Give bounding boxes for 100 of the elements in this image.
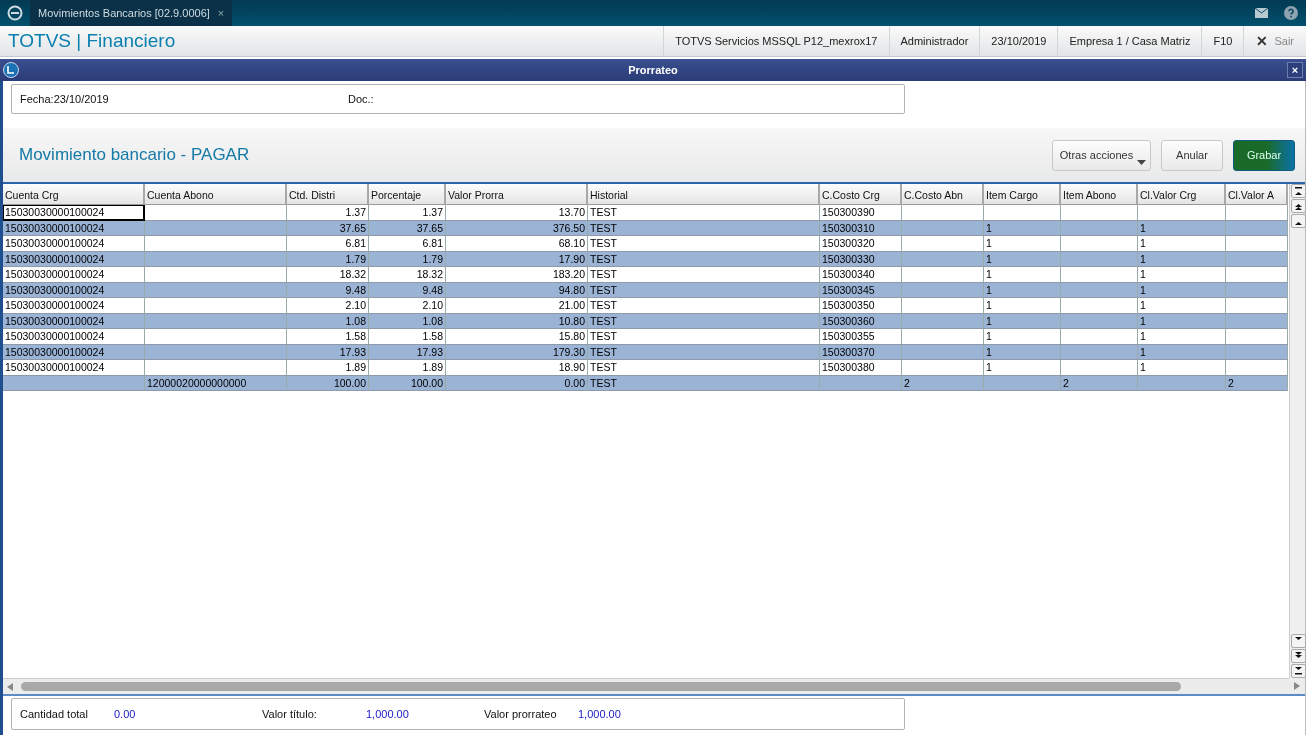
scroll-down-icon[interactable] [1291,634,1306,648]
table-cell: 1 [1138,298,1226,314]
column-header[interactable]: Valor Prorra [446,184,588,205]
table-cell: 6.81 [287,236,369,252]
table-cell: TEST [588,360,820,376]
scroll-down-icon[interactable] [1291,649,1306,663]
table-cell [1226,236,1288,252]
app-title: TOTVS | Financiero [7,30,177,52]
table-cell: 15030030000100024 [3,205,145,221]
total-value: 1,000.00 [365,708,410,720]
table-cell: 150300340 [820,267,902,283]
table-cell [1226,360,1288,376]
cancel-button[interactable]: Anular [1161,139,1223,171]
table-cell [1226,205,1288,221]
table-cell: 1 [1138,329,1226,345]
menu-button[interactable]: Otras acciones [1052,139,1151,171]
table-cell: TEST [588,267,820,283]
table-cell: 13.70 [446,205,588,221]
scroll-up-icon[interactable] [1291,214,1306,228]
window-tab[interactable]: Movimientos Bancarios [02.9.0006] × [30,0,233,26]
table-cell: 150300390 [820,205,902,221]
table-cell: 2.10 [369,298,446,314]
column-header[interactable]: Item Cargo [984,184,1061,205]
column-header[interactable]: Historial [588,184,820,205]
table-cell: 68.10 [446,236,588,252]
table-cell: 15.80 [446,329,588,345]
total-label: Valor prorrateo [483,708,558,720]
table-cell: 18.32 [369,267,446,283]
table-cell: TEST [588,236,820,252]
scroll-up-icon[interactable] [1291,184,1306,198]
table-cell: 1.89 [287,360,369,376]
table-cell: 1 [1138,360,1226,376]
table-cell: 18.32 [287,267,369,283]
table-cell: 21.00 [446,298,588,314]
header-info: TOTVS Servicios MSSQL P12_mexrox17 [663,26,889,56]
table-cell: 1 [984,236,1061,252]
section-title: Movimiento bancario - PAGAR [18,145,251,165]
total-label: Valor título: [261,708,318,720]
table-cell: 1.37 [287,205,369,221]
date-field: Fecha:23/10/2019 [12,93,348,105]
column-header[interactable]: C.Costo Crg [820,184,902,205]
save-button[interactable]: Grabar [1233,139,1295,171]
column-header[interactable]: Porcentaje [369,184,446,205]
column-header[interactable]: Cuenta Abono [145,184,287,205]
table-cell: 15030030000100024 [3,329,145,345]
column-header[interactable]: C.Costo Abn [902,184,984,205]
logo-icon[interactable] [7,5,23,21]
table-cell: 15030030000100024 [3,236,145,252]
close-icon[interactable]: × [217,7,225,19]
table-cell: 150300350 [820,298,902,314]
close-button[interactable]: × [1287,62,1303,78]
scrollbar-thumb[interactable] [21,682,1181,691]
table-cell: 183.20 [446,267,588,283]
table-cell: 15030030000100024 [3,298,145,314]
header-info: 23/10/2019 [979,26,1058,56]
header-info: F10 [1201,26,1244,56]
table-cell: 150300380 [820,360,902,376]
column-header[interactable]: Ctd. Distri [287,184,369,205]
table-cell: 1 [1138,236,1226,252]
total-value: 1,000.00 [577,708,622,720]
doc-field: Doc.: [348,93,374,105]
table-cell: 1 [984,360,1061,376]
column-header[interactable]: Item Abono [1061,184,1138,205]
total-value: 0.00 [113,708,137,720]
table-cell: TEST [588,298,820,314]
table-cell: 1.37 [369,205,446,221]
table-cell: 1.58 [369,329,446,345]
table-cell [1226,267,1288,283]
scroll-up-icon[interactable] [1291,199,1306,213]
caret-icon [1137,159,1146,165]
table-cell [1226,329,1288,345]
table-cell: 1 [984,329,1061,345]
table-cell: 1.89 [369,360,446,376]
table-cell: TEST [588,205,820,221]
exit-button[interactable]: ✕ Sair [1243,26,1306,56]
help-icon[interactable] [1284,6,1298,20]
scroll-left-icon[interactable] [7,682,13,691]
table-cell: 1 [1138,267,1226,283]
column-header[interactable]: Cuenta Crg [3,184,145,205]
table-cell: 150300320 [820,236,902,252]
table-cell: 18.90 [446,360,588,376]
table-cell: 1.58 [287,329,369,345]
header-info: Administrador [888,26,980,56]
table-cell: 2.10 [287,298,369,314]
table-cell: 1 [984,298,1061,314]
dialog-icon [3,62,19,78]
scroll-down-icon[interactable] [1291,664,1306,678]
table-cell [1226,298,1288,314]
total-label: Cantidad total [19,708,89,720]
column-header[interactable]: Cl.Valor A [1226,184,1288,205]
table-cell: 15030030000100024 [3,267,145,283]
table-cell: 150300355 [820,329,902,345]
mail-icon[interactable] [1254,8,1268,18]
header-info: Empresa 1 / Casa Matriz [1057,26,1202,56]
column-header[interactable]: Cl.Valor Crg [1138,184,1226,205]
table-cell: 6.81 [369,236,446,252]
dialog-title: Prorrateo [627,64,679,76]
scroll-right-icon[interactable] [1294,682,1300,690]
table-cell: TEST [588,329,820,345]
table-cell: 1 [984,267,1061,283]
